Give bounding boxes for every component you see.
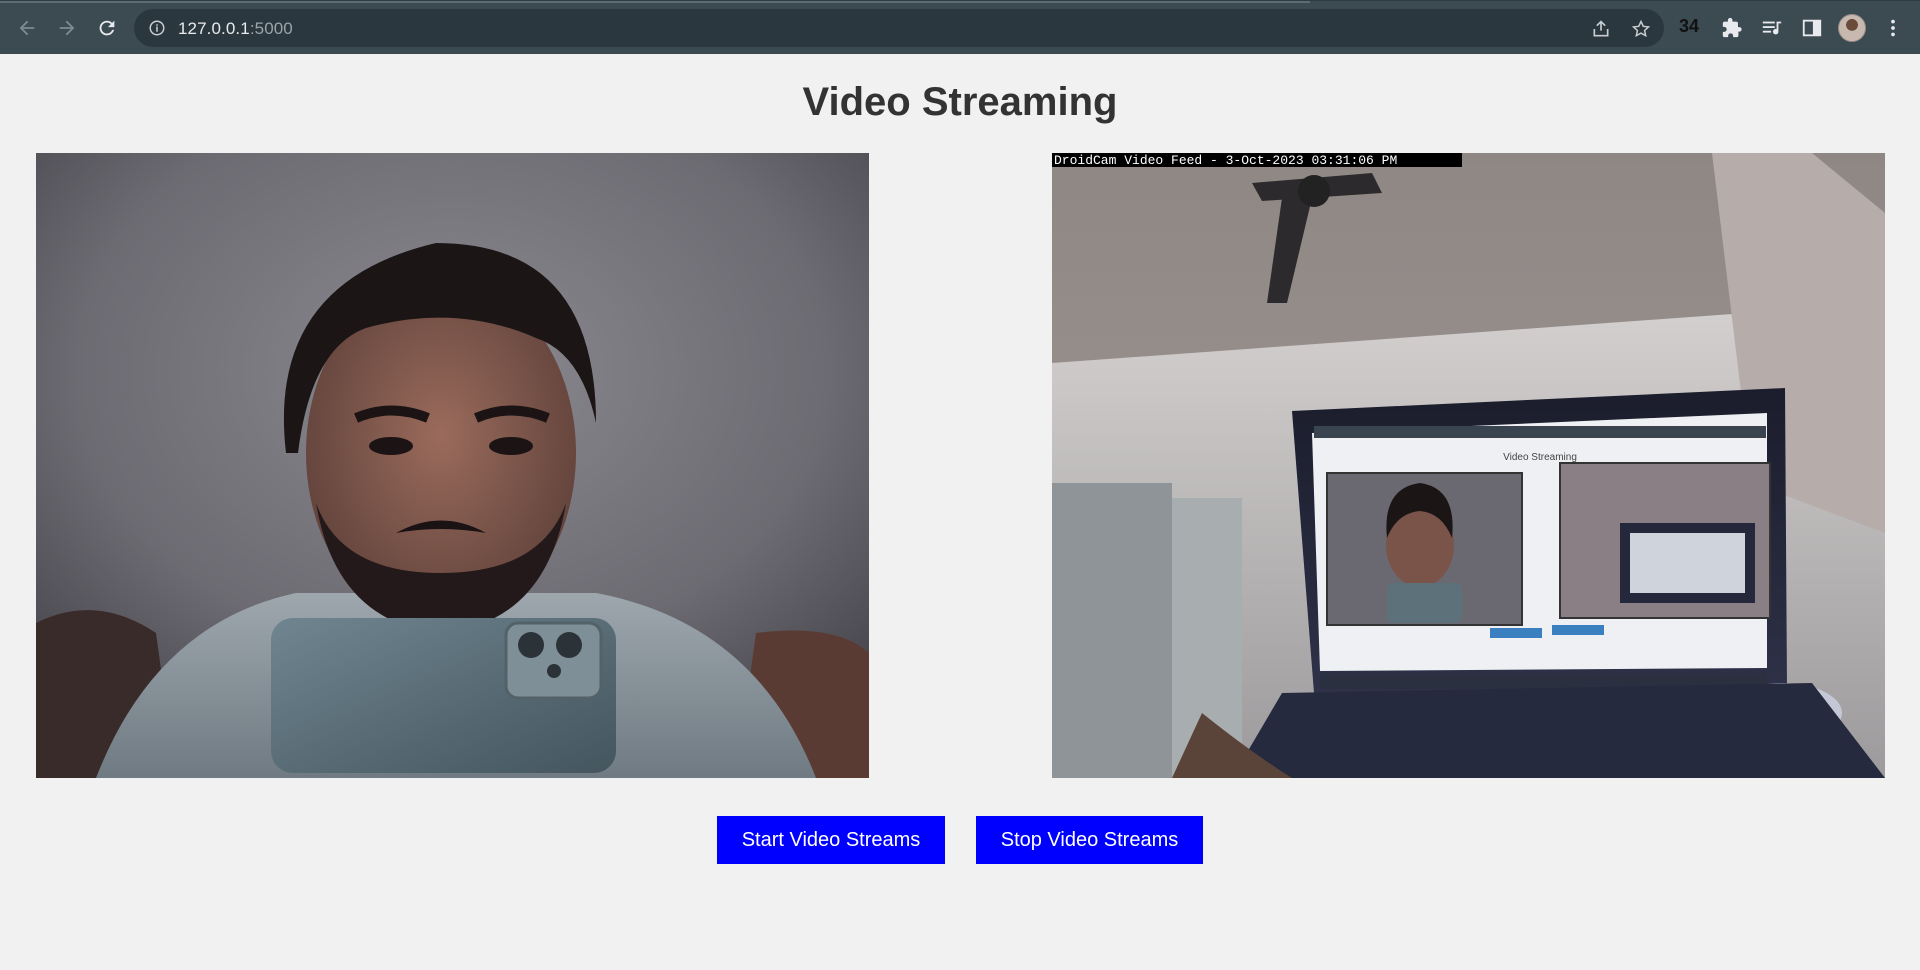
back-icon	[19, 20, 35, 36]
browser-menu-button[interactable]	[1880, 15, 1906, 41]
side-panel-button[interactable]	[1799, 15, 1825, 41]
back-button[interactable]	[14, 15, 40, 41]
share-button[interactable]	[1590, 18, 1612, 40]
extension-badge[interactable]: 34	[1679, 16, 1699, 37]
droidcam-video-feed: Video Streaming DroidCam Video Feed - 3-…	[1052, 153, 1885, 778]
sidepanel-icon	[1802, 19, 1822, 37]
url-port: :5000	[249, 19, 293, 38]
bookmark-button[interactable]	[1630, 18, 1652, 40]
reload-button[interactable]	[94, 15, 120, 41]
profile-avatar[interactable]	[1838, 14, 1866, 42]
star-icon	[1631, 19, 1651, 38]
puzzle-icon	[1722, 17, 1742, 38]
address-bar[interactable]: 127.0.0.1:5000	[134, 9, 1664, 47]
page-title: Video Streaming	[802, 80, 1118, 124]
browser-toolbar: 127.0.0.1:5000 34	[0, 0, 1920, 54]
reload-icon	[99, 20, 115, 36]
webcam-video-feed	[36, 153, 869, 778]
tab-strip-edge	[0, 1, 1310, 3]
info-icon[interactable]	[148, 19, 166, 37]
start-video-streams-button[interactable]: Start Video Streams	[717, 816, 945, 864]
laptop-screen-title: Video Streaming	[1503, 452, 1577, 463]
media-icon	[1762, 21, 1782, 35]
menu-icon	[1891, 19, 1895, 37]
media-control-button[interactable]	[1759, 15, 1785, 41]
droidcam-frame-image: Video Streaming DroidCam Video Feed - 3-…	[1052, 153, 1885, 778]
extensions-button[interactable]	[1719, 15, 1745, 41]
stop-video-streams-button[interactable]: Stop Video Streams	[976, 816, 1203, 864]
droidcam-overlay-text: DroidCam Video Feed - 3-Oct-2023 03:31:0…	[1054, 153, 1397, 168]
forward-icon	[59, 20, 75, 36]
url-host: 127.0.0.1	[178, 19, 250, 38]
share-icon	[1593, 20, 1609, 37]
url-text[interactable]: 127.0.0.1:5000	[178, 19, 293, 39]
forward-button[interactable]	[54, 15, 80, 41]
webcam-frame-image	[36, 153, 869, 778]
